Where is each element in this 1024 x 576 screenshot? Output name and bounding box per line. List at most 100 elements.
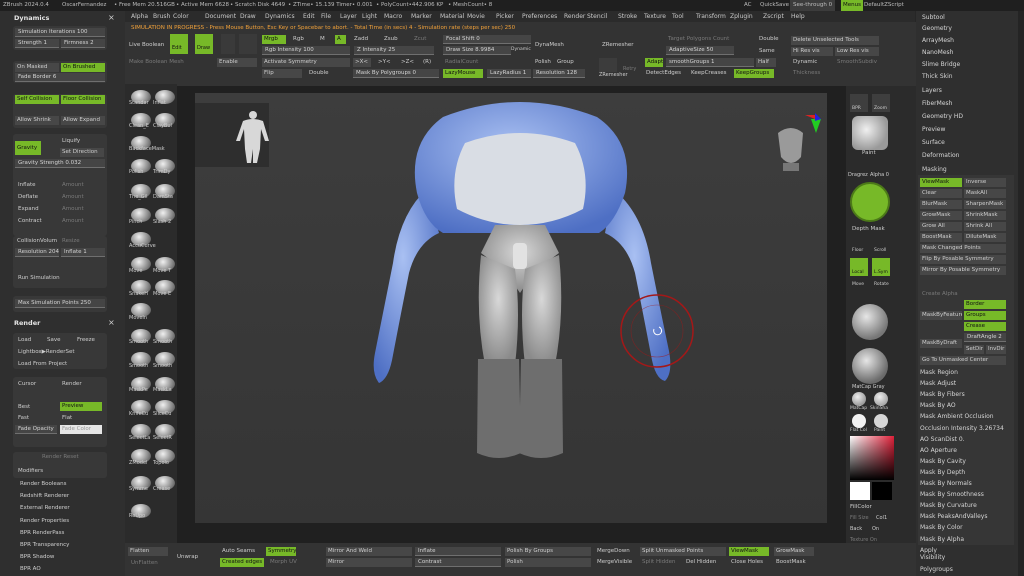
viewmask-button-bottom[interactable]: ViewMask [729, 547, 769, 556]
modifiers-label[interactable]: Modifiers [18, 468, 43, 474]
brush-label[interactable]: Move T [153, 268, 171, 274]
mask-all-button[interactable]: MaskAll [964, 189, 1006, 198]
inv-dir-button[interactable]: InvDir [986, 345, 1006, 354]
render-subpalette-item[interactable]: Render Properties [20, 518, 69, 524]
brush-label[interactable]: MaskLa [153, 387, 172, 393]
viewmask-button[interactable]: ViewMask [920, 178, 962, 187]
border-button[interactable]: Border [964, 300, 1006, 309]
subpalette-slime-bridge[interactable]: Slime Bridge [922, 61, 960, 68]
x-sym-button[interactable]: >X< [353, 58, 371, 67]
mask-by-polygroups-slider[interactable]: Mask By Polygroups 0 [353, 69, 439, 78]
render-subpalette-item[interactable]: Redshift Renderer [20, 493, 69, 499]
draw-button[interactable]: Draw [195, 34, 213, 54]
visibility-subpalette[interactable]: Visibility [920, 554, 945, 561]
lazy-radius-slider[interactable]: LazyRadius 1 [487, 69, 531, 78]
flat-button[interactable]: Flat [62, 415, 72, 421]
alpha-button[interactable]: Alpha 0 [870, 172, 889, 178]
menu-marker[interactable]: Marker [411, 11, 432, 22]
menu-zplugin[interactable]: Zplugin [730, 11, 753, 22]
edit-button[interactable]: Edit [170, 34, 188, 54]
subpalette-geometry-hd[interactable]: Geometry HD [922, 113, 963, 120]
menu-help[interactable]: Help [791, 11, 805, 22]
radial-sym-button[interactable]: (R) [423, 59, 431, 65]
enable-button[interactable]: Enable [217, 58, 257, 67]
clear-mask-button[interactable]: Clear [920, 189, 962, 198]
strength-slider[interactable]: Strength 1 [15, 39, 59, 48]
menu-render[interactable]: Render [564, 11, 585, 22]
lazy-mouse-button[interactable]: LazyMouse [443, 69, 483, 78]
brush-label[interactable]: KnifeCu [129, 411, 148, 417]
render-subpalette-item[interactable]: Render Booleans [20, 481, 66, 487]
adaptive-size-slider[interactable]: AdaptiveSize 50 [666, 46, 734, 55]
grow-mask-button[interactable]: GrowMask [920, 211, 962, 220]
subpalette-geometry[interactable]: Geometry [922, 25, 952, 32]
keep-groups-button[interactable]: KeepGroups [734, 69, 774, 78]
menu-dynamics[interactable]: Dynamics [265, 11, 295, 22]
on-masked-button[interactable]: On Masked [15, 63, 59, 72]
menu-tool[interactable]: Tool [672, 11, 684, 22]
skinshade-sphere[interactable] [874, 392, 888, 406]
smooth-subdiv-slider[interactable]: SmoothSubdiv [837, 59, 877, 65]
freeze-button[interactable]: Freeze [77, 337, 95, 343]
menu-alpha[interactable]: Alpha [131, 11, 148, 22]
subpalette-preview[interactable]: Preview [922, 126, 945, 133]
resolution-slider[interactable]: Resolution 204 [15, 248, 59, 257]
flip-button[interactable]: Flip [262, 69, 302, 78]
cube-icon[interactable] [599, 58, 617, 72]
allow-expand-button[interactable]: Allow Expand [61, 116, 105, 125]
set-dir-button[interactable]: SetDir [964, 345, 984, 354]
brush-label[interactable]: Move E [153, 291, 171, 297]
resolution-slider[interactable]: Resolution 128 [533, 69, 585, 78]
firmness-slider[interactable]: Firmness 2 [61, 39, 105, 48]
brush-label[interactable]: SliceCu [153, 411, 171, 417]
retry-button[interactable]: Retry [623, 66, 636, 72]
mirror-and-weld-button[interactable]: Mirror And Weld [326, 547, 412, 556]
floor-collision-button[interactable]: Floor Collision [61, 95, 105, 104]
boost-mask-button[interactable]: BoostMask [920, 233, 962, 242]
brush-label[interactable]: AccuCurve [129, 243, 156, 249]
half-button[interactable]: Half [756, 58, 776, 67]
radial-count-slider[interactable]: RadialCount [445, 59, 478, 65]
dynamic-draw-size-button[interactable]: Dynamic [511, 47, 531, 52]
flatten-button[interactable]: Flatten [128, 547, 168, 556]
y-sym-button[interactable]: >Y< [378, 59, 391, 65]
flat-color-sphere[interactable] [852, 414, 866, 428]
mask-list-item[interactable]: AO ScanDist 0. [920, 436, 965, 443]
bpr-button[interactable]: BPR [850, 94, 868, 112]
inflate-label[interactable]: Inflate [18, 182, 35, 188]
quicksave-button[interactable]: QuickSave [760, 0, 789, 11]
mask-list-item[interactable]: Mask By Curvature [920, 502, 977, 509]
menu-preferences[interactable]: Preferences [522, 11, 557, 22]
back-on-button[interactable]: On [872, 526, 879, 532]
subpalette-masking[interactable]: Masking [922, 166, 947, 173]
brush-label[interactable]: SelectLa [129, 435, 150, 441]
brush-label[interactable]: Slash 2 [153, 219, 171, 225]
mask-list-item[interactable]: Apply [920, 547, 937, 554]
close-icon[interactable]: × [108, 13, 115, 22]
draft-angle-slider[interactable]: DraftAngle 2 [964, 333, 1006, 342]
dragrez-button[interactable]: Dragrez [848, 172, 868, 178]
brush-label[interactable]: ClayBul [153, 123, 172, 129]
del-hidden-button[interactable]: Del Hidden [686, 559, 716, 565]
auto-seams-button[interactable]: Auto Seams [222, 548, 255, 554]
render-reset-button[interactable]: Render Reset [42, 454, 79, 460]
max-sim-points-slider[interactable]: Max Simulation Points 250 [15, 299, 105, 308]
lightbox-renderset[interactable]: Lightbox▶RenderSet [18, 349, 75, 355]
subpalette-surface[interactable]: Surface [922, 139, 945, 146]
brush-label[interactable]: Symme [129, 486, 148, 492]
split-unmasked-button[interactable]: Split Unmasked Points [640, 547, 726, 556]
color-picker[interactable] [850, 436, 894, 480]
zoom-button[interactable]: Zoom [872, 94, 890, 112]
brush-label[interactable]: SnakeH [129, 291, 148, 297]
inflate-slider[interactable]: Inflate 1 [61, 248, 105, 257]
material-sphere[interactable] [852, 304, 888, 340]
target-polygons-slider[interactable]: Target Polygons Count [668, 36, 729, 42]
brush-label[interactable]: MaskPe [129, 387, 148, 393]
menu-movie[interactable]: Movie [467, 11, 485, 22]
blur-mask-button[interactable]: BlurMask [920, 200, 962, 209]
subpalette-deformation[interactable]: Deformation [922, 152, 959, 159]
go-unmasked-center-button[interactable]: Go To Unmasked Center [920, 356, 1006, 365]
group-button[interactable]: Group [557, 59, 574, 65]
floor-button[interactable]: Floor [852, 248, 863, 253]
brush-label[interactable]: Standar [129, 100, 149, 106]
